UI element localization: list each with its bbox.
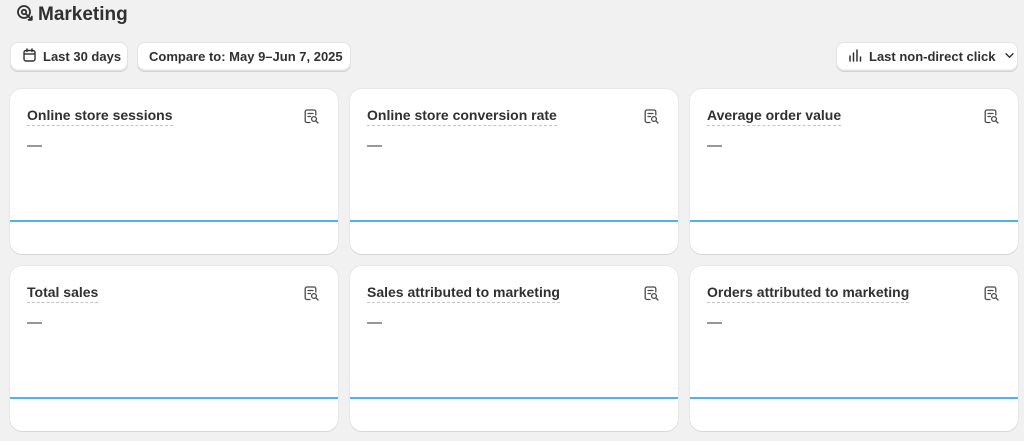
metric-card-online-store-sessions[interactable]: Online store sessions — xyxy=(10,89,338,254)
card-value: — xyxy=(27,137,42,154)
sparkline xyxy=(10,220,338,222)
metric-card-average-order-value[interactable]: Average order value — xyxy=(690,89,1018,254)
report-search-icon[interactable] xyxy=(643,285,660,302)
report-search-icon[interactable] xyxy=(983,285,1000,302)
card-title[interactable]: Average order value xyxy=(707,107,842,126)
card-title[interactable]: Sales attributed to marketing xyxy=(367,284,560,303)
attribution-label: Last non-direct click xyxy=(869,49,996,64)
metric-card-online-store-conversion-rate[interactable]: Online store conversion rate — xyxy=(350,89,678,254)
card-value: — xyxy=(367,137,382,154)
bar-chart-icon xyxy=(848,48,863,66)
card-title[interactable]: Total sales xyxy=(27,284,99,303)
card-value: — xyxy=(367,314,382,331)
card-value: — xyxy=(707,137,722,154)
sparkline xyxy=(690,397,1018,399)
chevron-down-icon xyxy=(1003,49,1016,65)
compare-to-button[interactable]: Compare to: May 9–Jun 7, 2025 xyxy=(137,42,351,71)
report-search-icon[interactable] xyxy=(303,108,320,125)
metric-card-sales-attributed-to-marketing[interactable]: Sales attributed to marketing — xyxy=(350,266,678,431)
page-title: Marketing xyxy=(38,4,128,25)
card-title[interactable]: Orders attributed to marketing xyxy=(707,284,910,303)
card-title[interactable]: Online store sessions xyxy=(27,107,173,126)
sparkline xyxy=(350,220,678,222)
attribution-model-button[interactable]: Last non-direct click xyxy=(836,42,1018,71)
sparkline xyxy=(10,397,338,399)
page-header: Marketing xyxy=(16,4,128,26)
report-search-icon[interactable] xyxy=(643,108,660,125)
sparkline xyxy=(350,397,678,399)
calendar-icon xyxy=(22,47,37,66)
sparkline xyxy=(690,220,1018,222)
date-range-button[interactable]: Last 30 days xyxy=(10,42,128,71)
date-range-label: Last 30 days xyxy=(43,49,122,64)
metric-card-total-sales[interactable]: Total sales — xyxy=(10,266,338,431)
report-search-icon[interactable] xyxy=(303,285,320,302)
card-value: — xyxy=(707,314,722,331)
card-title[interactable]: Online store conversion rate xyxy=(367,107,557,126)
compare-label: Compare to: May 9–Jun 7, 2025 xyxy=(149,49,343,64)
metric-card-orders-attributed-to-marketing[interactable]: Orders attributed to marketing — xyxy=(690,266,1018,431)
report-search-icon[interactable] xyxy=(983,108,1000,125)
card-value: — xyxy=(27,314,42,331)
marketing-target-icon xyxy=(16,4,34,27)
